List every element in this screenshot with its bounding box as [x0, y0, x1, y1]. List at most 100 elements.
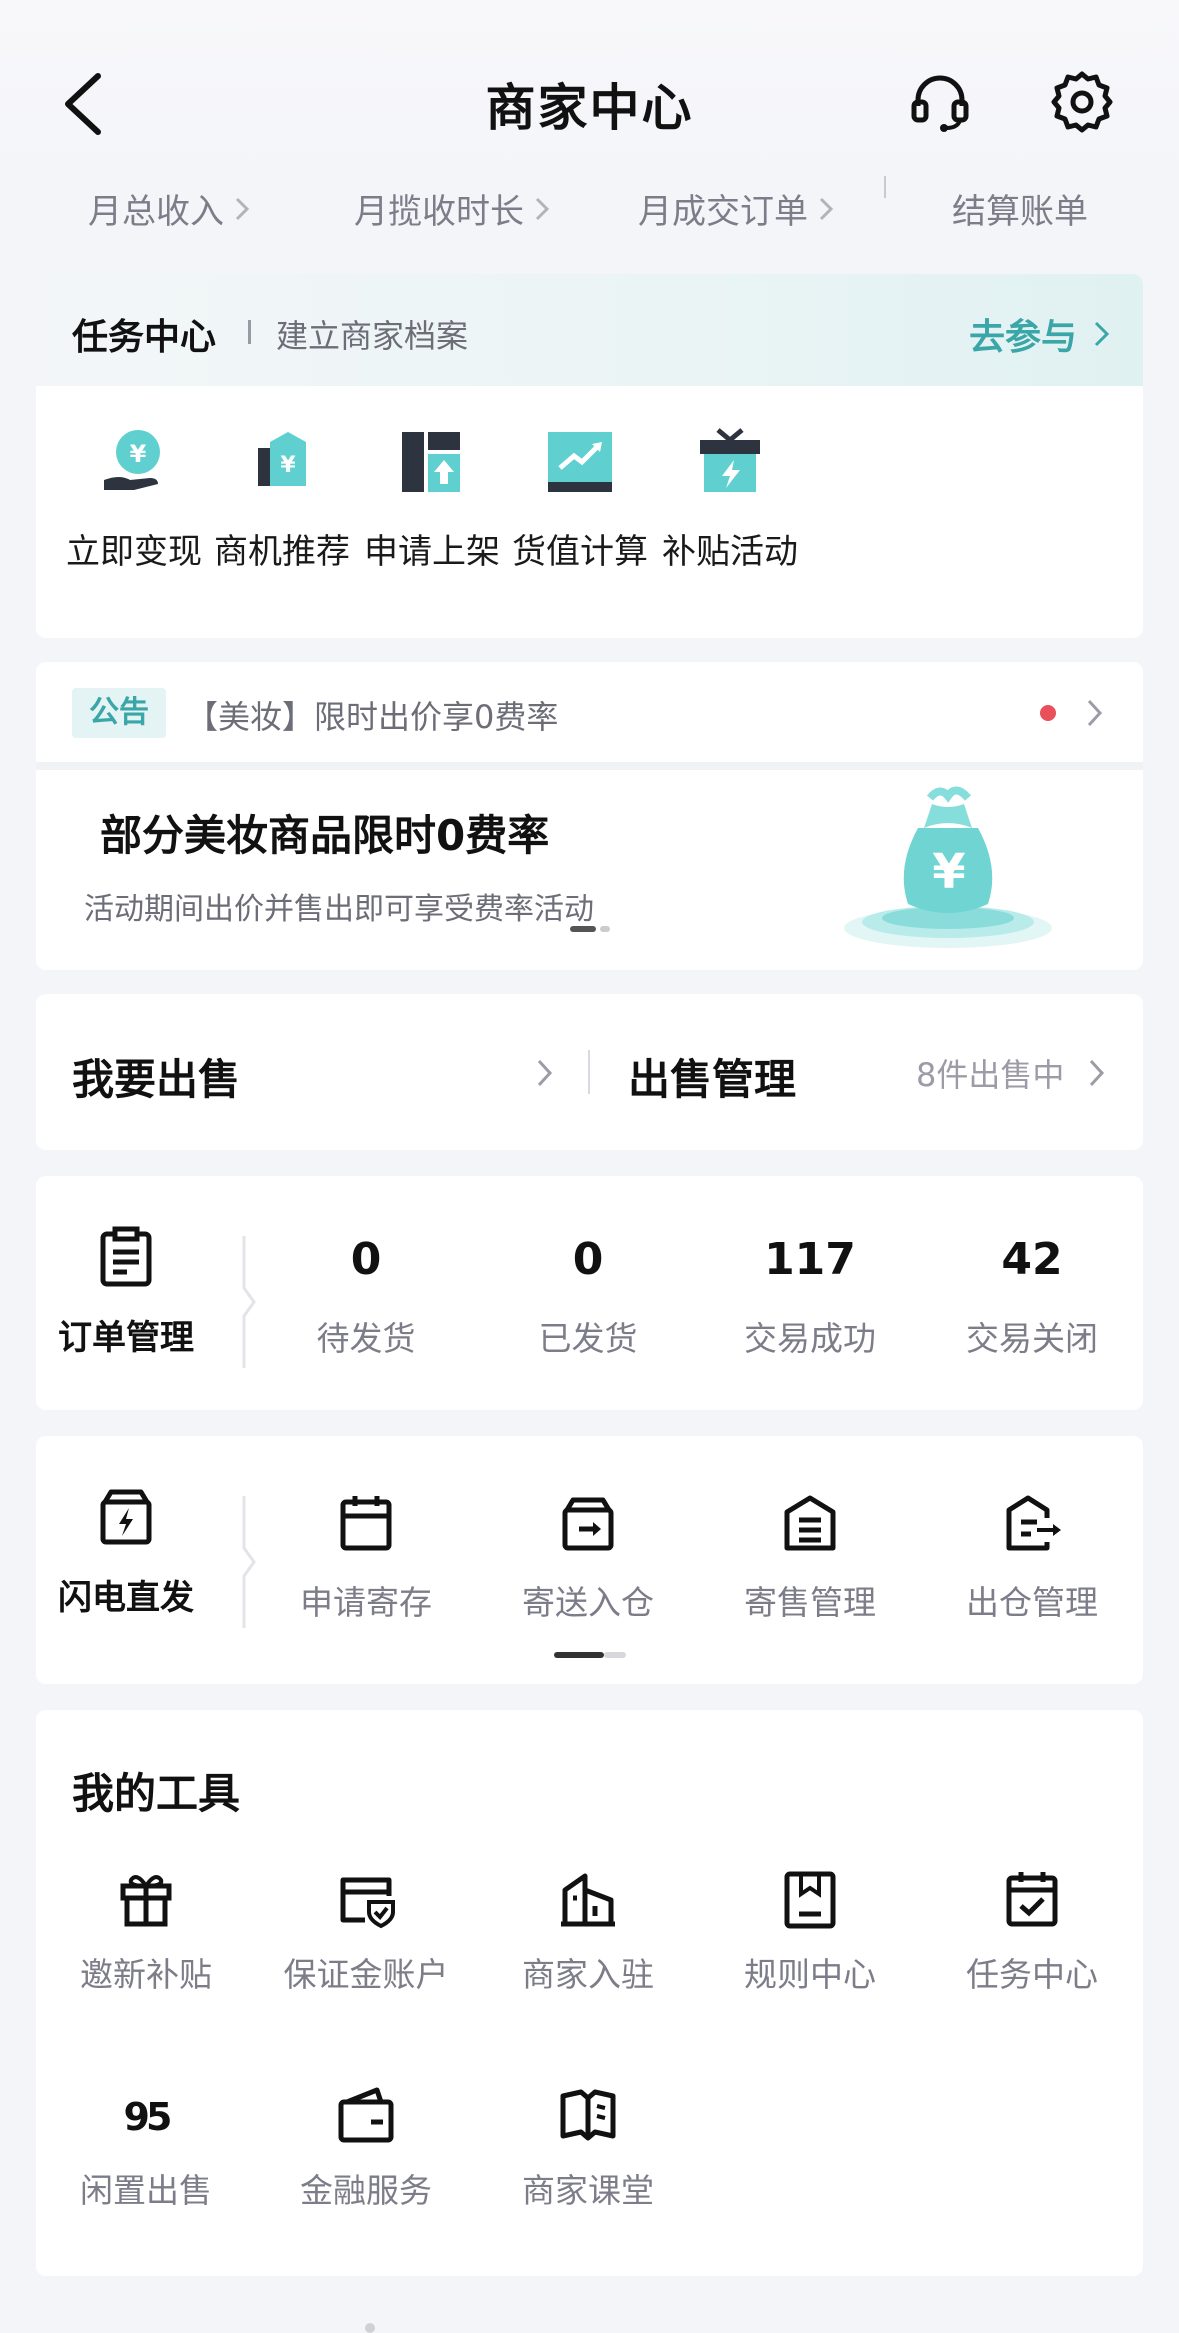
deposit-card-icon — [340, 1877, 395, 1929]
tool-invite-subsidy[interactable]: 邀新补贴 — [46, 1868, 246, 1996]
tool-merchant-onboarding[interactable]: 商家入驻 — [488, 1868, 688, 1996]
bottom-hint-icon — [365, 2323, 375, 2333]
flash-box-icon — [100, 1489, 152, 1545]
flash-item-send-warehouse[interactable]: 寄送入仓 — [488, 1492, 688, 1624]
stat-link-label: 月揽收时长 — [354, 192, 524, 232]
announcement-badge: 公告 — [72, 688, 166, 738]
calendar-icon — [340, 1496, 392, 1551]
sell-card: 我要出售 出售管理 8件出售中 — [36, 994, 1143, 1150]
tool-deposit-account[interactable]: 保证金账户 — [266, 1868, 466, 1996]
flash-item-outbound-mgmt[interactable]: 出仓管理 — [932, 1492, 1132, 1624]
stats-links: 月总收入 月揽收时长 月成交订单 结算账单 — [0, 184, 1179, 236]
sell-management-link[interactable]: 出售管理 — [628, 1046, 796, 1107]
announcement-text[interactable]: 【美妆】限时出价享0费率 — [186, 692, 558, 738]
stat-link-label: 月总收入 — [88, 192, 224, 232]
sell-now-link[interactable]: 我要出售 — [72, 1046, 240, 1107]
order-stat-closed[interactable]: 42 交易关闭 — [932, 1234, 1132, 1360]
warehouse-out-icon — [1006, 1495, 1061, 1551]
page-title: 商家中心 — [485, 79, 694, 137]
chevron-right-icon — [535, 197, 550, 220]
flash-item-consign-mgmt[interactable]: 寄售管理 — [710, 1492, 910, 1624]
headset-icon[interactable] — [908, 70, 972, 134]
chevron-right-icon[interactable] — [1088, 1058, 1106, 1088]
order-stat-pending-ship[interactable]: 0 待发货 — [266, 1234, 466, 1360]
quick-action-subsidy[interactable]: 补贴活动 — [630, 424, 830, 573]
consign-doc-icon — [784, 1495, 836, 1551]
rules-book-icon — [784, 1871, 836, 1929]
trend-chart-icon — [548, 432, 612, 492]
wallet-icon — [338, 2087, 394, 2143]
tool-label: 商家课堂 — [522, 2171, 654, 2210]
95-logo-icon: 95 — [124, 2095, 174, 2139]
divider — [248, 320, 251, 344]
task-center-title: 任务中心 — [72, 317, 217, 358]
svg-text:¥: ¥ — [932, 844, 965, 900]
stat-link-monthly-income[interactable]: 月总收入 — [88, 184, 250, 233]
flash-item-label: 寄送入仓 — [522, 1583, 654, 1622]
tool-label: 金融服务 — [300, 2171, 432, 2210]
banner-title[interactable]: 部分美妆商品限时0费率 — [100, 802, 549, 863]
order-stat-value: 42 — [1001, 1234, 1063, 1285]
flash-item-label: 寄售管理 — [744, 1583, 876, 1622]
chevron-right-icon[interactable] — [1086, 698, 1104, 728]
orders-card: 订单管理 0 待发货 0 已发货 117 交易成功 42 交易关闭 — [36, 1176, 1143, 1410]
open-book-icon — [560, 2089, 616, 2141]
tools-title: 我的工具 — [72, 1769, 241, 1818]
order-stat-success[interactable]: 117 交易成功 — [710, 1234, 910, 1360]
order-management-button[interactable]: 订单管理 — [36, 1226, 216, 1359]
banner-pagination — [570, 926, 612, 932]
flash-ship-label: 闪电直发 — [58, 1578, 194, 1618]
chevron-right-icon — [819, 197, 834, 220]
join-button[interactable]: 去参与 — [969, 308, 1111, 360]
task-center-header[interactable]: 任务中心 建立商家档案 去参与 — [36, 274, 1143, 386]
chevron-right-icon — [235, 197, 250, 220]
chevron-right-icon[interactable] — [536, 1058, 554, 1088]
cash-hand-icon: ¥ — [104, 430, 160, 490]
stat-link-monthly-orders[interactable]: 月成交订单 — [638, 184, 834, 233]
tool-finance-service[interactable]: 金融服务 — [266, 2084, 466, 2212]
order-stat-shipped[interactable]: 0 已发货 — [488, 1234, 688, 1360]
svg-text:95: 95 — [124, 2095, 170, 2139]
tool-rules-center[interactable]: 规则中心 — [710, 1868, 910, 1996]
yen-tag-icon: ¥ — [258, 432, 306, 486]
pagination-dot — [600, 926, 610, 932]
tool-label: 邀新补贴 — [80, 1955, 212, 1994]
top-bar: 商家中心 — [0, 0, 1179, 175]
order-stat-value: 117 — [764, 1234, 856, 1285]
stat-link-label: 结算账单 — [952, 192, 1088, 232]
box-in-icon — [562, 1497, 614, 1551]
gift-icon — [120, 1875, 172, 1927]
building-icon — [561, 1873, 615, 1927]
scroll-track — [604, 1652, 626, 1658]
tool-merchant-class[interactable]: 商家课堂 — [488, 2084, 688, 2212]
order-stat-label: 交易成功 — [744, 1319, 876, 1358]
flash-item-label: 申请寄存 — [300, 1583, 432, 1622]
order-stat-value: 0 — [572, 1234, 604, 1285]
task-center-card: 任务中心 建立商家档案 去参与 ¥ 立即变现 ¥ 商机推荐 申请上架 货值计算 … — [36, 274, 1143, 638]
tool-label: 闲置出售 — [80, 2171, 212, 2210]
divider — [36, 762, 1143, 770]
tool-label: 商家入驻 — [522, 1955, 654, 1994]
scroll-thumb — [554, 1652, 604, 1658]
stat-link-settlement[interactable]: 结算账单 — [952, 184, 1088, 233]
join-label: 去参与 — [968, 317, 1077, 358]
gear-icon[interactable] — [1050, 70, 1114, 134]
flash-ship-button[interactable]: 闪电直发 — [36, 1486, 216, 1619]
flash-item-label: 出仓管理 — [966, 1583, 1098, 1622]
money-bag-icon: ¥ — [844, 786, 1052, 948]
unread-dot — [1040, 705, 1056, 721]
pagination-dot-active — [570, 926, 596, 932]
svg-text:¥: ¥ — [280, 453, 296, 478]
order-stat-label: 交易关闭 — [966, 1319, 1098, 1358]
clipboard-icon — [100, 1226, 152, 1287]
announcement-card: 公告 【美妆】限时出价享0费率 部分美妆商品限时0费率 活动期间出价并售出即可享… — [36, 662, 1143, 970]
shelf-up-icon — [402, 432, 460, 492]
stat-link-label: 月成交订单 — [638, 192, 808, 232]
quick-action-label: 补贴活动 — [662, 532, 798, 572]
tool-label: 规则中心 — [744, 1955, 876, 1994]
tool-idle-sale[interactable]: 95 闲置出售 — [46, 2084, 246, 2212]
stat-link-pickup-time[interactable]: 月揽收时长 — [354, 184, 550, 233]
tool-task-center[interactable]: 任务中心 — [932, 1868, 1132, 1996]
flash-ship-card: 闪电直发 申请寄存 寄送入仓 寄售管理 出仓管理 — [36, 1436, 1143, 1684]
flash-item-apply-storage[interactable]: 申请寄存 — [266, 1492, 466, 1624]
